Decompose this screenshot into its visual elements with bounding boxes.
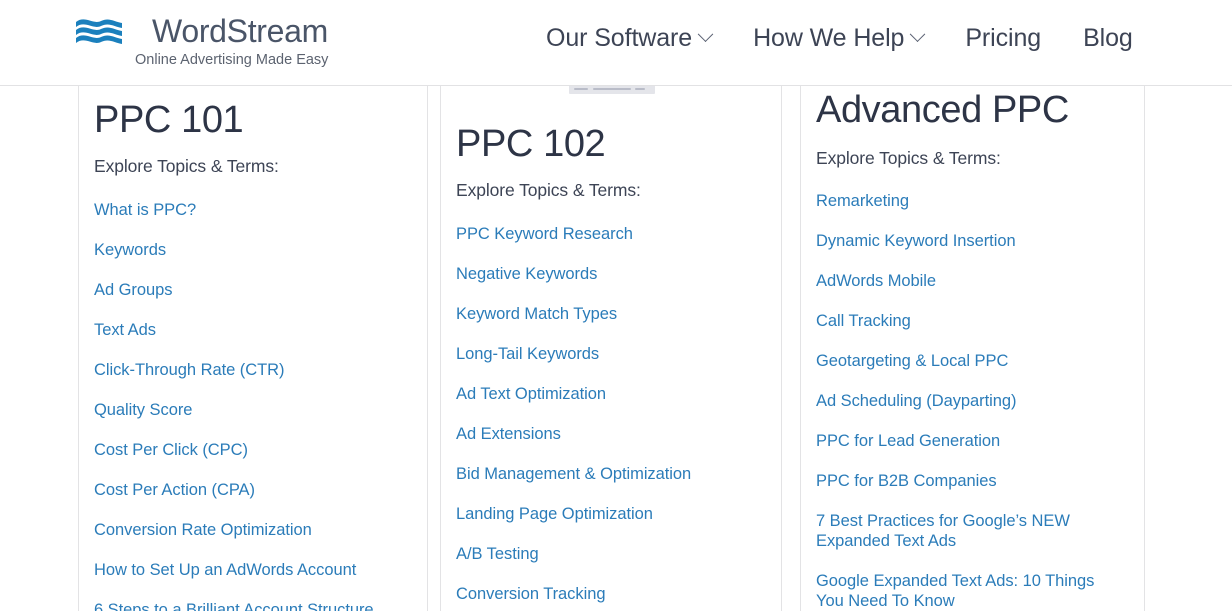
list-item: Ad Text Optimization (456, 384, 768, 404)
list-item: What is PPC? (94, 200, 414, 220)
topic-link-cost-per-action[interactable]: Cost Per Action (CPA) (94, 480, 414, 500)
topic-link-conversion-tracking[interactable]: Conversion Tracking (456, 584, 768, 604)
list-item: Dynamic Keyword Insertion (816, 231, 1130, 251)
nav-item-pricing-label: Pricing (965, 22, 1041, 54)
list-item: PPC for Lead Generation (816, 431, 1130, 451)
list-item: Cost Per Action (CPA) (94, 480, 414, 500)
list-item: Bid Management & Optimization (456, 464, 768, 484)
topic-link-adwords-mobile[interactable]: AdWords Mobile (816, 271, 1130, 291)
list-item: 6 Steps to a Brilliant Account Structure (94, 600, 414, 611)
topic-link-expanded-text-ads-10-things[interactable]: Google Expanded Text Ads: 10 Things You … (816, 571, 1106, 611)
list-item: AdWords Mobile (816, 271, 1130, 291)
list-item: A/B Testing (456, 544, 768, 564)
column-title-ppc-102: PPC 102 (456, 123, 768, 165)
list-item: Text Ads (94, 320, 414, 340)
topic-link-remarketing[interactable]: Remarketing (816, 191, 1130, 211)
topic-link-dynamic-keyword-insertion[interactable]: Dynamic Keyword Insertion (816, 231, 1130, 251)
brand-logo-block[interactable]: WordStream Online Advertising Made Easy (75, 14, 328, 69)
nav-item-our-software-label: Our Software (546, 22, 692, 54)
topic-link-ppc-lead-generation[interactable]: PPC for Lead Generation (816, 431, 1130, 451)
nav-item-pricing[interactable]: Pricing (944, 22, 1062, 54)
list-item: Quality Score (94, 400, 414, 420)
nav-item-blog-label: Blog (1083, 22, 1133, 54)
topic-link-call-tracking[interactable]: Call Tracking (816, 311, 1130, 331)
topic-link-cost-per-click[interactable]: Cost Per Click (CPC) (94, 440, 414, 460)
column-subtitle-ppc-101: Explore Topics & Terms: (94, 155, 414, 177)
column-title-ppc-101: PPC 101 (94, 99, 414, 141)
topic-link-quality-score[interactable]: Quality Score (94, 400, 414, 420)
topic-link-ad-scheduling-dayparting[interactable]: Ad Scheduling (Dayparting) (816, 391, 1130, 411)
topic-link-keywords[interactable]: Keywords (94, 240, 414, 260)
nav-item-blog[interactable]: Blog (1062, 22, 1154, 54)
topic-link-bid-management[interactable]: Bid Management & Optimization (456, 464, 768, 484)
topic-link-ad-text-optimization[interactable]: Ad Text Optimization (456, 384, 768, 404)
column-subtitle-ppc-102: Explore Topics & Terms: (456, 179, 768, 201)
column-ppc-102: PPC 102 Explore Topics & Terms: PPC Keyw… (440, 86, 782, 611)
list-item: Cost Per Click (CPC) (94, 440, 414, 460)
topic-link-ad-groups[interactable]: Ad Groups (94, 280, 414, 300)
list-item: 7 Best Practices for Google’s NEW Expand… (816, 511, 1130, 551)
topic-link-set-up-adwords-account[interactable]: How to Set Up an AdWords Account (94, 560, 414, 580)
topic-link-ppc-keyword-research[interactable]: PPC Keyword Research (456, 224, 768, 244)
column-advanced-ppc: Advanced PPC Explore Topics & Terms: Rem… (800, 86, 1144, 611)
clipped-overlay-widget (569, 86, 655, 94)
list-item: Conversion Tracking (456, 584, 768, 604)
topic-link-what-is-ppc[interactable]: What is PPC? (94, 200, 414, 220)
list-item: Ad Scheduling (Dayparting) (816, 391, 1130, 411)
main-navigation: Our Software How We Help Pricing Blog (525, 22, 1154, 54)
topic-link-geotargeting-local-ppc[interactable]: Geotargeting & Local PPC (816, 351, 1130, 371)
topic-link-ad-extensions[interactable]: Ad Extensions (456, 424, 768, 444)
nav-item-our-software[interactable]: Our Software (525, 22, 732, 54)
list-item: Negative Keywords (456, 264, 768, 284)
topic-link-text-ads[interactable]: Text Ads (94, 320, 414, 340)
column-subtitle-advanced-ppc: Explore Topics & Terms: (816, 147, 1130, 169)
nav-item-how-we-help[interactable]: How We Help (732, 22, 944, 54)
topic-list-ppc-101: What is PPC? Keywords Ad Groups Text Ads… (94, 200, 414, 611)
brand-tagline: Online Advertising Made Easy (135, 51, 328, 69)
list-item: Click-Through Rate (CTR) (94, 360, 414, 380)
topic-link-7-best-practices-expanded-text-ads[interactable]: 7 Best Practices for Google’s NEW Expand… (816, 511, 1106, 551)
list-item: Keyword Match Types (456, 304, 768, 324)
column-title-advanced-ppc: Advanced PPC (816, 89, 1130, 131)
nav-item-how-we-help-label: How We Help (753, 22, 904, 54)
topic-link-ab-testing[interactable]: A/B Testing (456, 544, 768, 564)
topic-link-click-through-rate[interactable]: Click-Through Rate (CTR) (94, 360, 414, 380)
topic-link-negative-keywords[interactable]: Negative Keywords (456, 264, 768, 284)
ppc-university-columns: PPC 101 Explore Topics & Terms: What is … (0, 86, 1232, 611)
list-item: Conversion Rate Optimization (94, 520, 414, 540)
topic-link-brilliant-account-structure[interactable]: 6 Steps to a Brilliant Account Structure (94, 600, 414, 611)
chevron-down-icon (910, 26, 926, 42)
list-item: Remarketing (816, 191, 1130, 211)
list-item: PPC Keyword Research (456, 224, 768, 244)
wordstream-waves-logo-icon (75, 16, 141, 46)
topic-link-ppc-b2b-companies[interactable]: PPC for B2B Companies (816, 471, 1130, 491)
list-item: How to Set Up an AdWords Account (94, 560, 414, 580)
chevron-down-icon (698, 26, 714, 42)
topic-link-landing-page-optimization[interactable]: Landing Page Optimization (456, 504, 768, 524)
list-item: PPC for B2B Companies (816, 471, 1130, 491)
list-item: Call Tracking (816, 311, 1130, 331)
column-ppc-101: PPC 101 Explore Topics & Terms: What is … (78, 86, 428, 611)
list-item: Ad Groups (94, 280, 414, 300)
brand-row: WordStream (75, 14, 328, 48)
topic-list-ppc-102: PPC Keyword Research Negative Keywords K… (456, 224, 768, 604)
list-item: Google Expanded Text Ads: 10 Things You … (816, 571, 1130, 611)
topic-link-keyword-match-types[interactable]: Keyword Match Types (456, 304, 768, 324)
list-item: Long-Tail Keywords (456, 344, 768, 364)
list-item: Keywords (94, 240, 414, 260)
topic-link-long-tail-keywords[interactable]: Long-Tail Keywords (456, 344, 768, 364)
list-item: Ad Extensions (456, 424, 768, 444)
topic-list-advanced-ppc: Remarketing Dynamic Keyword Insertion Ad… (816, 191, 1130, 611)
topic-link-conversion-rate-optimization[interactable]: Conversion Rate Optimization (94, 520, 414, 540)
brand-name: WordStream (152, 14, 328, 48)
column-divider (1144, 86, 1145, 611)
list-item: Landing Page Optimization (456, 504, 768, 524)
list-item: Geotargeting & Local PPC (816, 351, 1130, 371)
site-header: WordStream Online Advertising Made Easy … (0, 0, 1232, 86)
